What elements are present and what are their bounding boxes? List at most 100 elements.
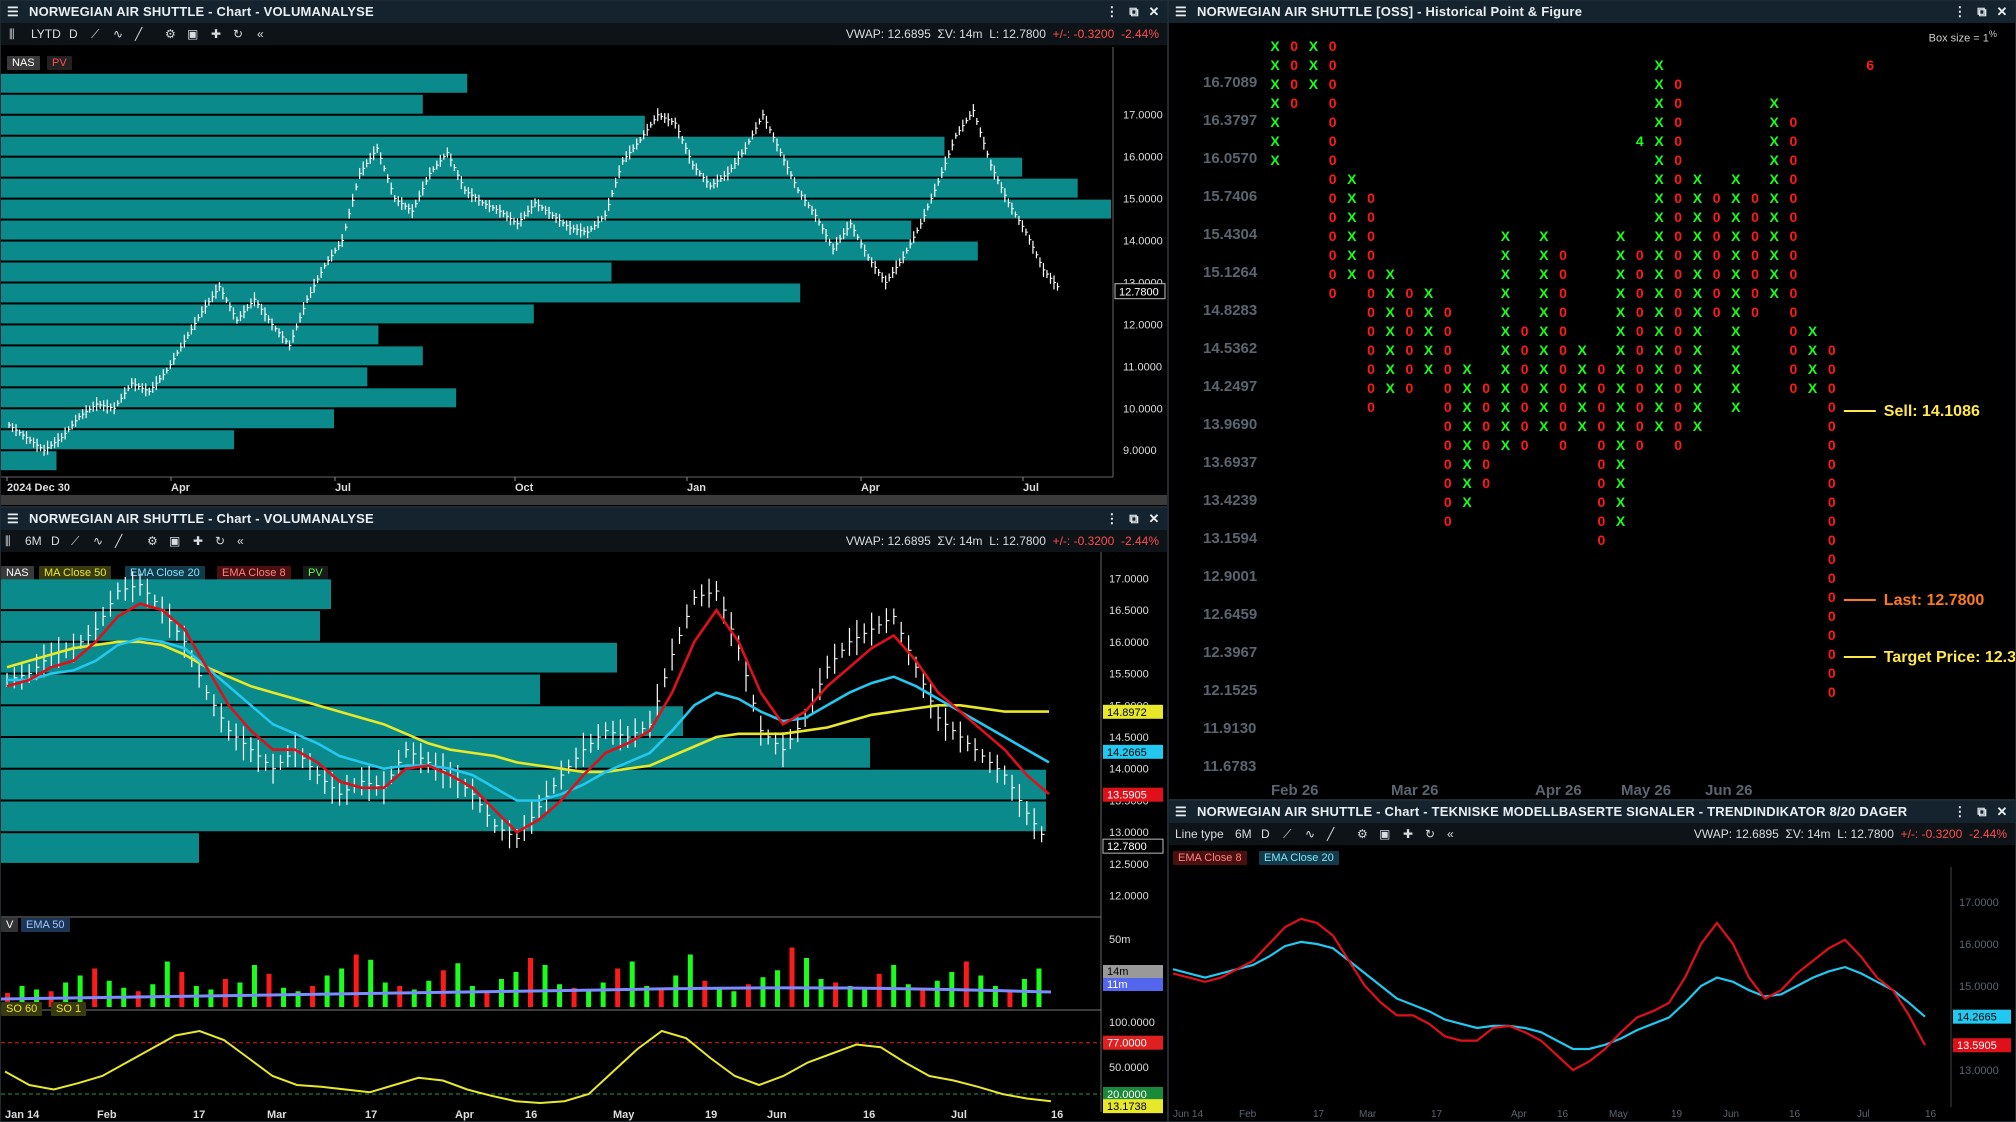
chart-toolbar: ⫼ 6M D ⟋ ∿ ╱ ⚙ ▣ ✚ ↻ « VWAP: 12.6895 ΣV:… xyxy=(1,530,1167,552)
crosshair-icon[interactable]: ✚ xyxy=(193,530,203,552)
refresh-icon[interactable]: ↻ xyxy=(215,530,225,552)
gear-icon[interactable]: ⚙ xyxy=(1357,823,1368,845)
x-tick-label: 16 xyxy=(1789,1109,1801,1120)
pf-x-mark: X xyxy=(1539,285,1549,301)
menu-icon[interactable]: ☰ xyxy=(7,1,19,23)
pf-o-mark: 0 xyxy=(1482,399,1490,415)
panel-title-bar[interactable]: ☰ NORWEGIAN AIR SHUTTLE - Chart - VOLUMA… xyxy=(1,1,1167,23)
pin-icon[interactable]: ⧉ xyxy=(1973,1,1991,23)
line-tool-icon[interactable]: ⟋ xyxy=(71,530,79,552)
pf-x-mark: X xyxy=(1462,380,1472,396)
volume-profile-bar xyxy=(1,115,645,135)
pf-x-mark: X xyxy=(1462,494,1472,510)
pf-x-mark: X xyxy=(1770,228,1780,244)
draw-icon[interactable]: ╱ xyxy=(115,530,122,552)
interval-select[interactable]: D xyxy=(69,23,78,45)
period-select[interactable]: 6M xyxy=(1235,823,1252,845)
pf-o-mark: 0 xyxy=(1521,380,1529,396)
more-icon[interactable]: ⋮ xyxy=(1951,801,1969,823)
bar-type-icon[interactable]: ⫼ xyxy=(9,23,15,45)
magnet-icon[interactable]: ∿ xyxy=(1305,823,1315,845)
draw-icon[interactable]: ╱ xyxy=(135,23,142,45)
x-tick-label: 2024 Dec 30 xyxy=(7,482,70,494)
bar-type-icon[interactable]: ⫼ xyxy=(5,530,11,552)
collapse-icon[interactable]: « xyxy=(257,23,264,45)
pf-x-mark: X xyxy=(1731,361,1741,377)
template-icon[interactable]: ▣ xyxy=(169,530,180,552)
template-icon[interactable]: ▣ xyxy=(1379,823,1390,845)
close-icon[interactable]: ✕ xyxy=(1993,801,2011,823)
menu-icon[interactable]: ☰ xyxy=(1175,1,1187,23)
pf-o-mark: 0 xyxy=(1367,380,1375,396)
pf-o-mark: 0 xyxy=(1329,133,1337,149)
more-icon[interactable]: ⋮ xyxy=(1103,1,1121,23)
panel-title-bar[interactable]: ☰ NORWEGIAN AIR SHUTTLE - Chart - TEKNIS… xyxy=(1169,801,2015,823)
pf-o-mark: 0 xyxy=(1790,266,1798,282)
menu-icon[interactable]: ☰ xyxy=(1175,801,1187,823)
line-type-select[interactable]: Line type xyxy=(1175,823,1224,845)
draw-icon[interactable]: ╱ xyxy=(1327,823,1334,845)
pf-x-mark: X xyxy=(1731,285,1741,301)
period-select[interactable]: 6M xyxy=(25,530,42,552)
y-tick-label: 14.0000 xyxy=(1109,764,1149,776)
volume-bar xyxy=(891,965,897,1007)
volume-profile-bar xyxy=(1,611,320,641)
close-icon[interactable]: ✕ xyxy=(1993,1,2011,23)
ema20-tag[interactable]: EMA Close 20 xyxy=(1259,851,1339,865)
pf-o-mark: 0 xyxy=(1636,399,1644,415)
pf-x-mark: X xyxy=(1501,399,1511,415)
volume-profile-bar xyxy=(1,304,534,324)
y-tick-label: 13.0000 xyxy=(1109,827,1149,839)
trend-indicator-chart[interactable]: 17.0000 16.0000 15.0000 13.0000 14.2665 13.59… xyxy=(1169,867,2015,1122)
pf-o-mark: 0 xyxy=(1674,437,1682,453)
more-icon[interactable]: ⋮ xyxy=(1951,1,1969,23)
volume-bar xyxy=(92,968,98,1007)
collapse-icon[interactable]: « xyxy=(237,530,244,552)
price-chart-lytd[interactable]: 17.000016.000015.000014.000013.000012.00… xyxy=(1,47,1167,507)
volume-tag[interactable]: V xyxy=(1,918,19,932)
line-tool-icon[interactable]: ⟋ xyxy=(91,23,99,45)
pf-o-mark: 0 xyxy=(1559,247,1567,263)
y-tick-label: 15.1264 xyxy=(1203,264,1258,281)
magnet-icon[interactable]: ∿ xyxy=(113,23,123,45)
pf-x-mark: X xyxy=(1616,342,1626,358)
volume-ema-tag[interactable]: EMA 50 xyxy=(21,918,70,932)
crosshair-icon[interactable]: ✚ xyxy=(1403,823,1413,845)
line-tool-icon[interactable]: ⟋ xyxy=(1283,823,1291,845)
price-chart-6m[interactable]: 17.000016.500016.000015.500015.000014.50… xyxy=(1,552,1167,1122)
volume-profile-bar xyxy=(1,388,457,408)
crosshair-icon[interactable]: ✚ xyxy=(211,23,221,45)
pin-icon[interactable]: ⧉ xyxy=(1973,801,1991,823)
more-icon[interactable]: ⋮ xyxy=(1103,508,1121,530)
interval-select[interactable]: D xyxy=(51,530,60,552)
gear-icon[interactable]: ⚙ xyxy=(147,530,158,552)
volume-profile-bar xyxy=(1,157,1023,177)
pf-x-mark: X xyxy=(1347,266,1357,282)
panel-title-bar[interactable]: ☰ NORWEGIAN AIR SHUTTLE - Chart - VOLUMA… xyxy=(1,508,1167,530)
pf-o-mark: 0 xyxy=(1444,418,1452,434)
refresh-icon[interactable]: ↻ xyxy=(1425,823,1435,845)
pf-o-mark: 0 xyxy=(1444,475,1452,491)
pf-o-mark: 0 xyxy=(1598,513,1606,529)
template-icon[interactable]: ▣ xyxy=(187,23,198,45)
panel-title-bar[interactable]: ☰ NORWEGIAN AIR SHUTTLE [OSS] - Historic… xyxy=(1169,1,2015,23)
close-icon[interactable]: ✕ xyxy=(1145,508,1163,530)
refresh-icon[interactable]: ↻ xyxy=(233,23,243,45)
menu-icon[interactable]: ☰ xyxy=(7,508,19,530)
close-icon[interactable]: ✕ xyxy=(1145,1,1163,23)
interval-select[interactable]: D xyxy=(1261,823,1270,845)
pf-x-mark: X xyxy=(1731,380,1741,396)
pin-icon[interactable]: ⧉ xyxy=(1125,508,1143,530)
so60-tag[interactable]: SO 60 xyxy=(1,1002,43,1016)
pin-icon[interactable]: ⧉ xyxy=(1125,1,1143,23)
magnet-icon[interactable]: ∿ xyxy=(93,530,103,552)
ema8-tag[interactable]: EMA Close 8 xyxy=(1173,851,1247,865)
pf-o-mark: 0 xyxy=(1713,247,1721,263)
gear-icon[interactable]: ⚙ xyxy=(165,23,176,45)
collapse-icon[interactable]: « xyxy=(1447,823,1454,845)
volume-bar xyxy=(673,975,679,1007)
volume-bar xyxy=(1036,968,1042,1007)
so1-tag[interactable]: SO 1 xyxy=(51,1002,87,1016)
period-select[interactable]: LYTD xyxy=(31,23,61,45)
point-figure-chart[interactable]: 16.7089 16.3797 16.0570 15.7406 15.4304 15.12… xyxy=(1169,25,2015,800)
